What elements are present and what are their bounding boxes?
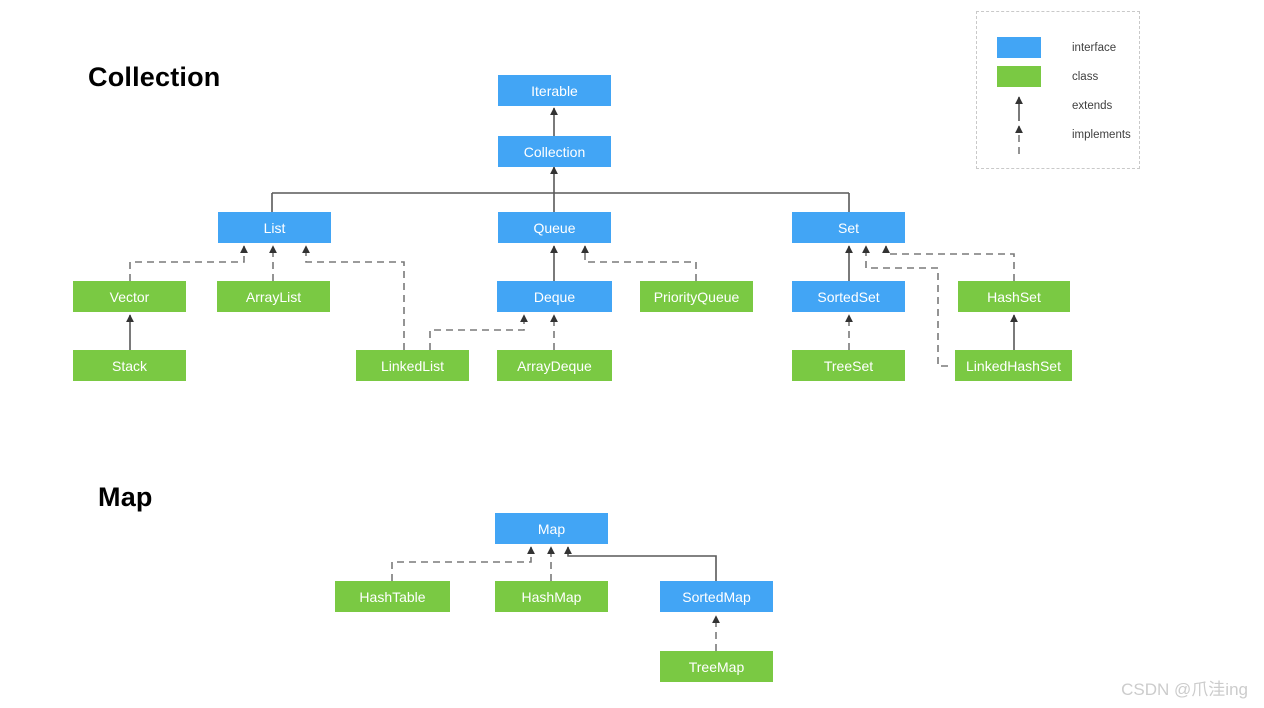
legend-label-class: class — [1072, 70, 1099, 83]
edge-priorityqueue-queue — [581, 245, 697, 281]
section-title-map: Map — [98, 482, 153, 512]
legend-item-interface: interface — [997, 37, 1116, 58]
legend-item-class: class — [997, 66, 1098, 87]
node-map[interactable]: Map — [495, 513, 608, 544]
legend-item-extends: extends — [997, 95, 1113, 121]
node-hashtable[interactable]: HashTable — [335, 581, 450, 612]
node-treemap[interactable]: TreeMap — [660, 651, 773, 682]
node-sortedmap[interactable]: SortedMap — [660, 581, 773, 612]
node-linkedlist[interactable]: LinkedList — [356, 350, 469, 381]
node-sortedset[interactable]: SortedSet — [792, 281, 905, 312]
node-linkedhashset[interactable]: LinkedHashSet — [955, 350, 1072, 381]
dashed-arrow-icon — [997, 124, 1041, 154]
diagram-canvas: Collection Map Iterable Collection List Que… — [0, 0, 1264, 708]
edge-sortedmap-map — [564, 546, 717, 581]
legend-label-extends: extends — [1072, 99, 1113, 112]
legend-label-implements: implements — [1072, 128, 1131, 141]
node-queue[interactable]: Queue — [498, 212, 611, 243]
solid-arrow-icon — [997, 95, 1041, 121]
node-hashset[interactable]: HashSet — [958, 281, 1070, 312]
node-vector[interactable]: Vector — [73, 281, 186, 312]
edge-hashtable-map — [391, 546, 535, 581]
edge-hashset-set — [882, 245, 1015, 281]
node-stack[interactable]: Stack — [73, 350, 186, 381]
edge-vector-list — [129, 245, 248, 281]
legend-label-interface: interface — [1072, 41, 1117, 54]
node-list[interactable]: List — [218, 212, 331, 243]
section-title-collection: Collection — [88, 62, 221, 92]
node-iterable[interactable]: Iterable — [498, 75, 611, 106]
node-arraylist[interactable]: ArrayList — [217, 281, 330, 312]
watermark: CSDN @爪洼ing — [1121, 680, 1248, 699]
legend-item-implements: implements — [997, 124, 1131, 154]
node-set[interactable]: Set — [792, 212, 905, 243]
legend-swatch-interface — [997, 37, 1041, 58]
legend-box: interface class extends implements — [976, 11, 1140, 169]
node-collection[interactable]: Collection — [498, 136, 611, 167]
edge-linkedlist-deque — [429, 314, 528, 350]
node-deque[interactable]: Deque — [497, 281, 612, 312]
node-arraydeque[interactable]: ArrayDeque — [497, 350, 612, 381]
node-hashmap[interactable]: HashMap — [495, 581, 608, 612]
node-priorityqueue[interactable]: PriorityQueue — [640, 281, 753, 312]
legend-swatch-class — [997, 66, 1041, 87]
node-treeset[interactable]: TreeSet — [792, 350, 905, 381]
